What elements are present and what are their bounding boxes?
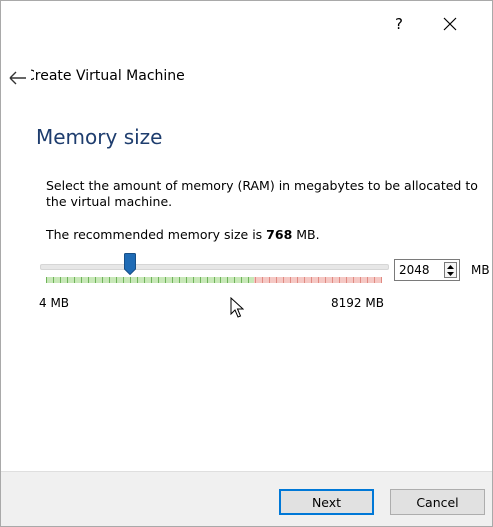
slider-tick (144, 277, 145, 283)
chevron-up-icon (447, 264, 454, 269)
slider-tick (297, 277, 298, 283)
slider-ticks (46, 277, 382, 283)
slider-tick (241, 277, 242, 283)
slider-tick (116, 277, 117, 283)
help-label: ? (395, 15, 403, 33)
recommended-memory-text: The recommended memory size is 768 MB. (46, 227, 320, 242)
slider-tick (214, 277, 215, 283)
slider-groove[interactable] (40, 264, 389, 270)
slider-tick (158, 277, 159, 283)
spin-buttons (444, 262, 457, 278)
slider-tick (123, 277, 124, 283)
slider-tick (255, 277, 256, 283)
slider-tick (137, 277, 138, 283)
back-arrow-icon[interactable] (9, 70, 27, 86)
recommend-suffix: MB. (292, 227, 320, 242)
memory-slider[interactable] (40, 253, 389, 289)
slider-safe-zone (46, 277, 254, 283)
slider-tick (88, 277, 89, 283)
slider-tick (283, 277, 284, 283)
slider-tick (276, 277, 277, 283)
page-description: Select the amount of memory (RAM) in meg… (46, 178, 478, 209)
slider-tick (220, 277, 221, 283)
slider-tick (193, 277, 194, 283)
slider-tick (53, 277, 54, 283)
memory-unit-label: MB (471, 263, 490, 277)
slider-tick (186, 277, 187, 283)
slider-thumb[interactable] (124, 253, 136, 275)
slider-tick (318, 277, 319, 283)
slider-tick (67, 277, 68, 283)
close-icon (443, 17, 457, 31)
slider-tick (346, 277, 347, 283)
slider-tick (81, 277, 82, 283)
next-button[interactable]: Next (279, 489, 374, 515)
slider-tick (325, 277, 326, 283)
slider-tick (165, 277, 166, 283)
cancel-button[interactable]: Cancel (390, 489, 485, 515)
slider-tick (109, 277, 110, 283)
recommend-prefix: The recommended memory size is (46, 227, 267, 242)
slider-tick (74, 277, 75, 283)
slider-tick (367, 277, 368, 283)
wizard-title-text: Create Virtual Machine (31, 68, 185, 84)
chevron-down-icon (447, 271, 454, 276)
slider-tick (130, 277, 131, 283)
spin-up-button[interactable] (445, 263, 456, 270)
slider-tick (311, 277, 312, 283)
slider-tick (207, 277, 208, 283)
wizard-footer: Next Cancel (1, 471, 492, 526)
slider-tick (172, 277, 173, 283)
slider-tick (200, 277, 201, 283)
recommend-value: 768 (266, 227, 293, 242)
page-title: Memory size (36, 125, 163, 149)
wizard-title: Create Virtual Machine (31, 68, 201, 84)
slider-tick (374, 277, 375, 283)
slider-tick (269, 277, 270, 283)
slider-tick (227, 277, 228, 283)
slider-max-label: 8192 MB (331, 296, 384, 310)
close-button[interactable] (430, 9, 470, 39)
slider-tick (179, 277, 180, 283)
memory-size-input[interactable] (399, 260, 441, 280)
slider-tick (290, 277, 291, 283)
slider-tick (381, 277, 382, 283)
slider-tick (360, 277, 361, 283)
slider-tick (353, 277, 354, 283)
slider-tick (234, 277, 235, 283)
slider-tick (262, 277, 263, 283)
help-button[interactable]: ? (379, 9, 419, 39)
slider-min-label: 4 MB (39, 296, 70, 310)
slider-tick (95, 277, 96, 283)
mouse-cursor-icon (230, 297, 244, 318)
slider-tick (248, 277, 249, 283)
slider-tick (304, 277, 305, 283)
slider-tick (60, 277, 61, 283)
slider-tick (339, 277, 340, 283)
slider-tick (46, 277, 47, 283)
spin-down-button[interactable] (445, 270, 456, 277)
memory-spinbox[interactable] (394, 259, 460, 281)
wizard-window: ? Create Virtual Machine Memory size Sel… (0, 0, 493, 527)
slider-tick (151, 277, 152, 283)
slider-tick (102, 277, 103, 283)
slider-tick (332, 277, 333, 283)
